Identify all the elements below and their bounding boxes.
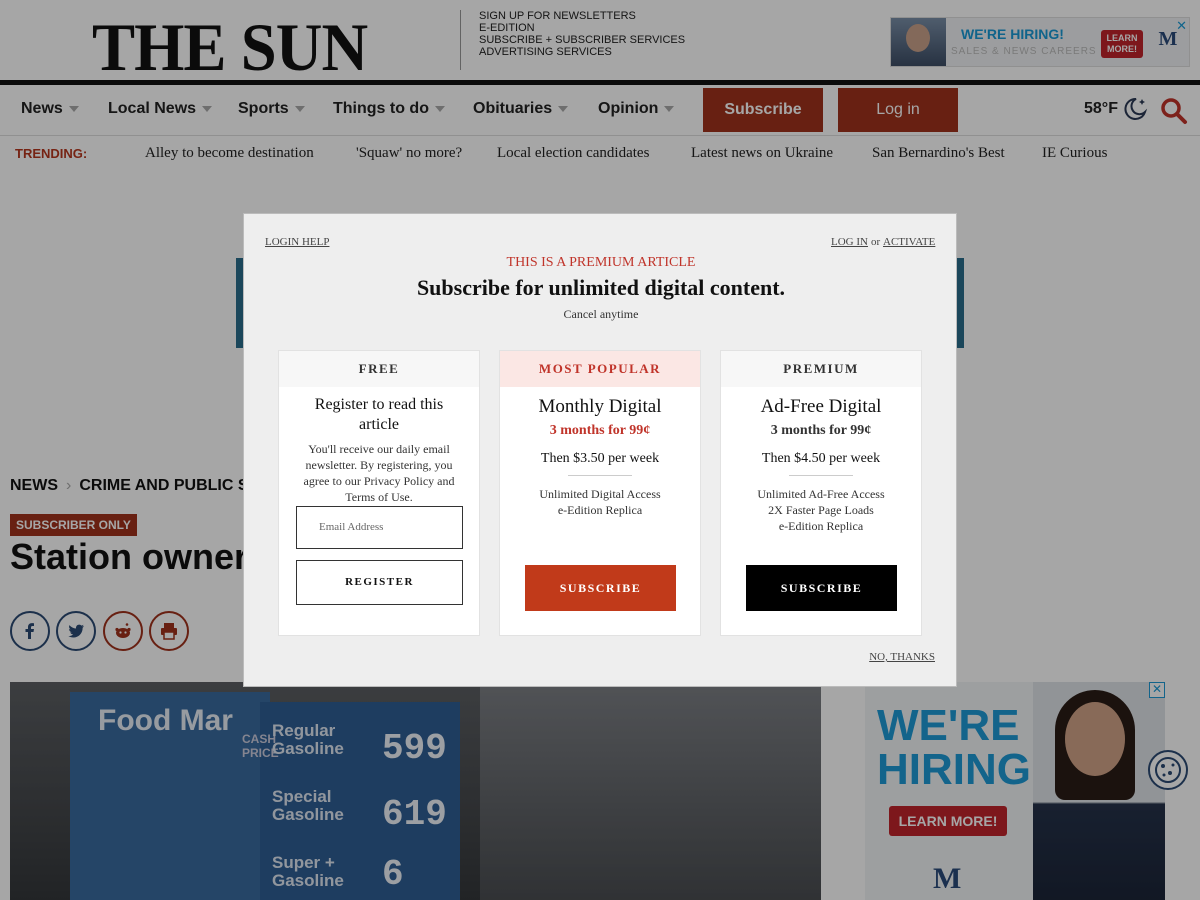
adfree-plan-card: PREMIUM Ad-Free Digital 3 months for 99¢… <box>720 350 922 636</box>
feature-item: Unlimited Ad-Free Access <box>757 487 885 501</box>
and-text: and <box>437 474 455 488</box>
free-plan-card: FREE Register to read this article You'l… <box>278 350 480 636</box>
modal-login-link[interactable]: LOG IN <box>831 236 868 248</box>
activate-link[interactable]: ACTIVATE <box>883 236 935 248</box>
feature-item: Unlimited Digital Access <box>539 487 661 501</box>
free-card-desc: You'll receive our daily email newslette… <box>279 441 479 505</box>
cancel-anytime-text: Cancel anytime <box>563 307 639 321</box>
monthly-plan-card: MOST POPULAR Monthly Digital 3 months fo… <box>499 350 701 636</box>
adfree-subscribe-button[interactable]: SUBSCRIBE <box>746 565 897 611</box>
free-card-title: Register to read this article <box>314 396 444 433</box>
terms-of-use-link[interactable]: Terms of Use <box>345 490 409 504</box>
popular-card-features: Unlimited Digital Access e-Edition Repli… <box>500 486 700 518</box>
premium-card-header: PREMIUM <box>721 351 921 387</box>
or-text: or <box>871 236 881 248</box>
popular-card-title: Monthly Digital <box>538 396 662 417</box>
popular-card-then: Then $3.50 per week <box>540 451 660 466</box>
login-help-link[interactable]: LOGIN HELP <box>265 236 329 248</box>
premium-article-label: THIS IS A PREMIUM ARTICLE <box>506 255 696 270</box>
premium-card-then: Then $4.50 per week <box>761 451 881 466</box>
feature-item: e-Edition Replica <box>778 519 864 533</box>
paywall-modal: LOGIN HELP LOG IN or ACTIVATE THIS IS A … <box>243 213 957 687</box>
popular-card-header: MOST POPULAR <box>500 351 700 387</box>
period-text: . <box>409 490 413 504</box>
card-divider <box>568 475 632 476</box>
privacy-policy-link[interactable]: Privacy Policy <box>364 474 434 488</box>
premium-card-title: Ad-Free Digital <box>760 396 882 417</box>
premium-card-price: 3 months for 99¢ <box>770 423 872 438</box>
popular-card-price: 3 months for 99¢ <box>549 423 651 438</box>
feature-item: e-Edition Replica <box>557 503 643 517</box>
free-card-header: FREE <box>279 351 479 387</box>
monthly-subscribe-button[interactable]: SUBSCRIBE <box>525 565 676 611</box>
card-divider <box>789 475 853 476</box>
register-button[interactable]: REGISTER <box>296 560 463 605</box>
premium-card-features: Unlimited Ad-Free Access 2X Faster Page … <box>721 486 921 534</box>
no-thanks-link[interactable]: NO, THANKS <box>869 651 935 663</box>
modal-title: Subscribe for unlimited digital content. <box>416 275 786 300</box>
feature-item: 2X Faster Page Loads <box>768 503 874 517</box>
email-field[interactable]: Email Address <box>296 506 463 549</box>
